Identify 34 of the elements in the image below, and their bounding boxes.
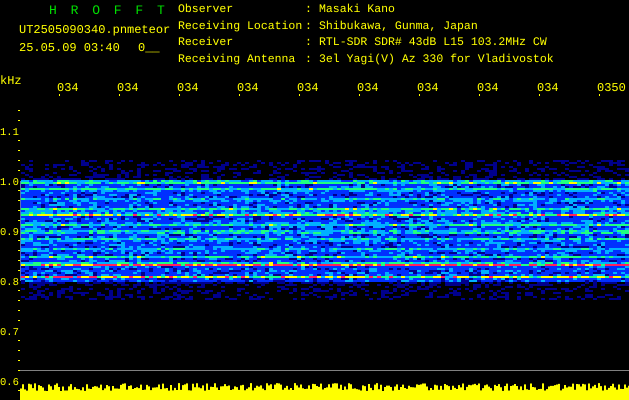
frequency-label: 0.8 xyxy=(0,277,19,289)
info-label: Receiving Antenna xyxy=(178,54,296,68)
counter-label: 0__ xyxy=(138,41,160,55)
separator-colon: : xyxy=(305,4,313,18)
time-label: 034 xyxy=(477,81,499,95)
frequency-label: 1.0 xyxy=(0,177,19,189)
file-name: UT2505090340.pn xyxy=(19,23,128,37)
time-label: 034 xyxy=(57,81,79,95)
separator-colon: : xyxy=(305,37,313,51)
info-value: Shibukawa, Gunma, Japan xyxy=(319,20,479,34)
time-label: 034 xyxy=(537,81,559,95)
date-time: 25.05.09 03:40 xyxy=(19,41,121,55)
info-value: 3el Yagi(V) Az 330 for Vladivostok xyxy=(319,54,554,68)
separator-colon: : xyxy=(305,54,313,68)
info-value: RTL-SDR SDR# 43dB L15 103.2MHz CW xyxy=(319,37,548,51)
time-label: 034 xyxy=(117,81,139,95)
frequency-label: 1.1 xyxy=(0,127,19,139)
time-label: 034 xyxy=(297,81,319,95)
app-title: H R O F F T xyxy=(48,4,169,18)
mode-label: meteor xyxy=(127,23,170,37)
time-label: 034 xyxy=(357,81,379,95)
frequency-label: 0.6 xyxy=(0,377,19,389)
info-value: Masaki Kano xyxy=(319,4,396,18)
unit-label: kHz xyxy=(0,74,22,88)
time-label: 034 xyxy=(177,81,199,95)
info-label: Receiver xyxy=(178,37,234,51)
time-label: 034 xyxy=(417,81,439,95)
info-label: Observer xyxy=(178,4,234,18)
time-label: 0350 xyxy=(597,81,626,95)
frequency-label: 0.7 xyxy=(0,327,19,339)
frequency-label: 0.9 xyxy=(0,227,19,239)
info-label: Receiving Location xyxy=(178,20,304,34)
time-label: 034 xyxy=(237,81,259,95)
separator-colon: : xyxy=(305,20,313,34)
